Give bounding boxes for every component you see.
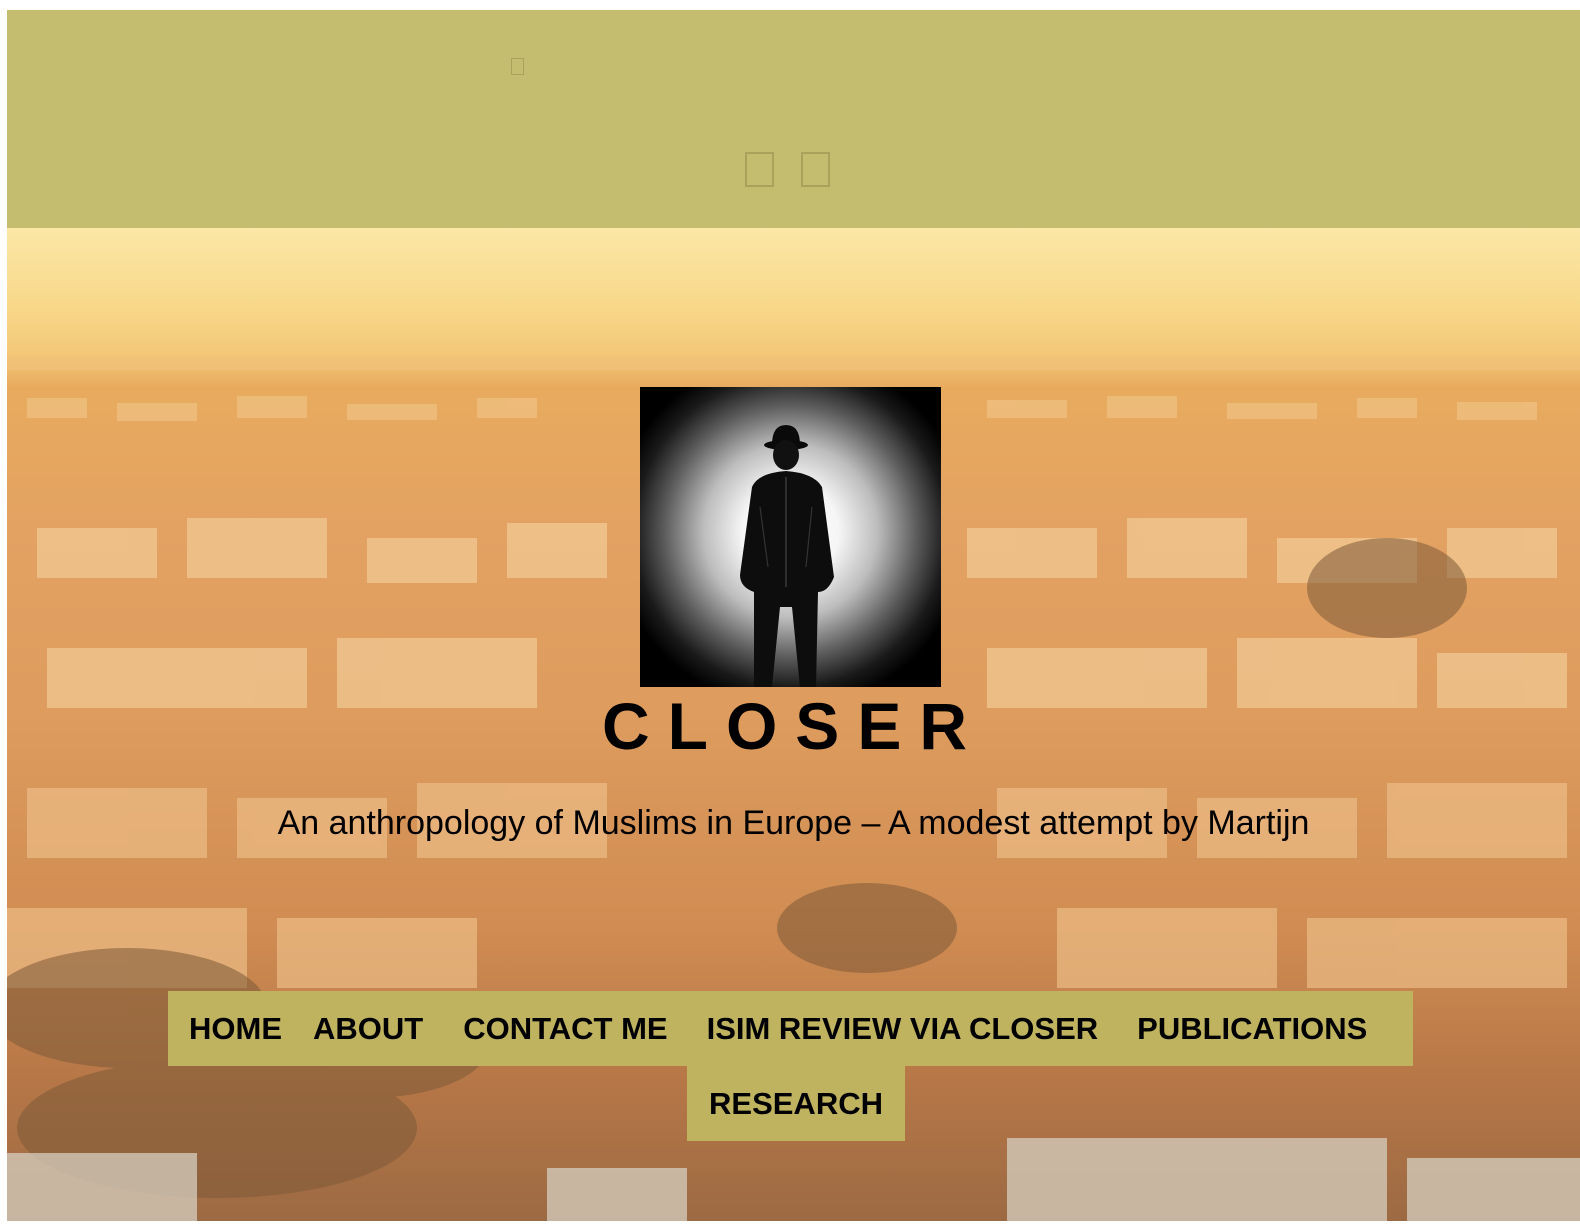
menu-item-home[interactable]: HOME [189, 1011, 282, 1047]
menu-item-about[interactable]: ABOUT [313, 1011, 423, 1047]
menu-item-isim-review-via-closer[interactable]: ISIM REVIEW VIA CLOSER [707, 1011, 1099, 1047]
social-icon-1[interactable] [745, 152, 774, 187]
menu-item-contact-me[interactable]: CONTACT ME [463, 1011, 667, 1047]
social-icon-2[interactable] [801, 152, 830, 187]
site-logo[interactable] [640, 387, 941, 687]
menu-row-1: HOME ABOUT CONTACT ME ISIM REVIEW VIA CL… [168, 991, 1413, 1066]
top-bar [7, 10, 1580, 228]
menu-item-publications[interactable]: PUBLICATIONS [1137, 1011, 1367, 1047]
menu-item-research[interactable]: RESEARCH [709, 1086, 883, 1122]
man-in-bowler-hat-icon [740, 425, 834, 687]
menu-row-2: RESEARCH [687, 1066, 905, 1141]
site-title[interactable]: CLOSER [7, 686, 1580, 766]
page-frame: CLOSER An anthropology of Muslims in Eur… [7, 10, 1580, 1221]
missing-glyph-icon[interactable] [511, 58, 524, 75]
site-description: An anthropology of Muslims in Europe – A… [277, 804, 1310, 842]
